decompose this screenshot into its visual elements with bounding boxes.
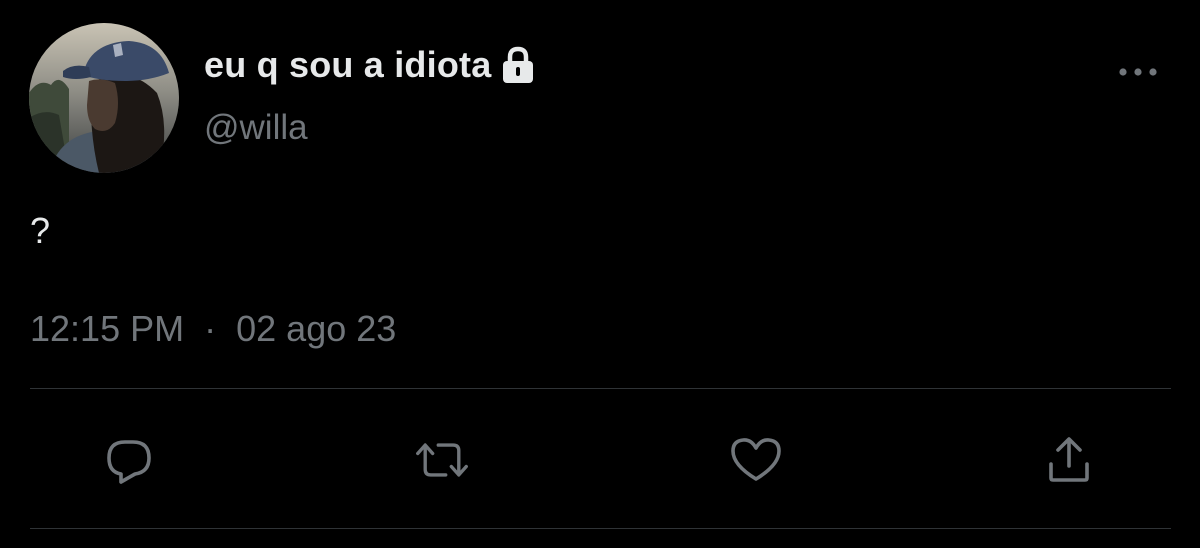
timestamp-separator: · <box>204 308 217 349</box>
tweet: eu q sou a idiota @willa ? 12:15 PM · 02… <box>0 0 1200 548</box>
divider <box>30 388 1171 389</box>
divider <box>30 528 1171 529</box>
tweet-date: 02 ago 23 <box>236 308 397 349</box>
display-name[interactable]: eu q sou a idiota <box>204 44 491 86</box>
tweet-time: 12:15 PM <box>30 308 185 349</box>
share-icon <box>1049 437 1089 482</box>
avatar-image <box>29 23 179 173</box>
retweet-icon <box>416 443 468 477</box>
more-options-icon <box>1119 68 1157 76</box>
user-handle[interactable]: @willa <box>204 108 308 148</box>
like-button[interactable] <box>728 432 784 488</box>
timestamp[interactable]: 12:15 PM · 02 ago 23 <box>30 308 396 350</box>
heart-icon <box>731 438 781 481</box>
reply-button[interactable] <box>101 432 157 488</box>
retweet-button[interactable] <box>414 432 470 488</box>
more-options-button[interactable] <box>1116 60 1160 84</box>
tweet-text: ? <box>30 210 51 251</box>
lock-icon <box>499 45 537 85</box>
display-name-row: eu q sou a idiota <box>204 40 537 90</box>
reply-icon <box>107 440 151 484</box>
share-button[interactable] <box>1041 432 1097 488</box>
avatar[interactable] <box>29 23 179 173</box>
